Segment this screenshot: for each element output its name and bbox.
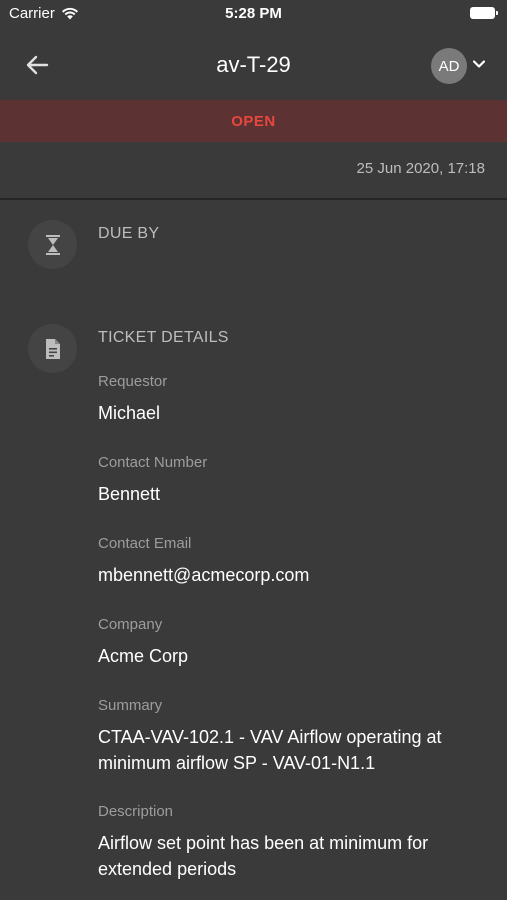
due-by-title: DUE BY [98, 225, 160, 242]
field-label: Contact Email [98, 535, 192, 552]
field-description: Description Airflow set point has been a… [98, 803, 477, 882]
status-time: 5:28 PM [225, 5, 282, 22]
ticket-status-banner: OPEN [0, 100, 507, 142]
chevron-down-icon[interactable] [471, 56, 487, 72]
field-label: Contact Number [98, 454, 208, 471]
due-by-section: DUE BY [0, 220, 507, 269]
field-value: Bennett [98, 484, 161, 504]
ticket-date: 25 Jun 2020, 17:18 [356, 160, 485, 177]
battery-icon [470, 7, 498, 19]
field-label: Description [98, 803, 174, 820]
field-value: Airflow set point has been at minimum fo… [98, 833, 429, 879]
date-row: 25 Jun 2020, 17:18 [0, 142, 507, 200]
field-value: Michael [98, 403, 161, 423]
hourglass-icon [28, 220, 77, 269]
document-icon [28, 324, 77, 373]
field-contact-email: Contact Email mbennett@acmecorp.com [98, 535, 477, 588]
ticket-details-title: TICKET DETAILS [98, 329, 229, 346]
field-label: Requestor [98, 373, 168, 390]
field-summary: Summary CTAA-VAV-102.1 - VAV Airflow ope… [98, 697, 477, 776]
field-value: Acme Corp [98, 646, 189, 666]
status-bar: Carrier 5:28 PM [0, 0, 507, 28]
field-value: mbennett@acmecorp.com [98, 565, 310, 585]
field-company: Company Acme Corp [98, 616, 477, 669]
field-value: CTAA-VAV-102.1 - VAV Airflow operating a… [98, 727, 442, 773]
ticket-details-section: TICKET DETAILS Requestor Michael Contact… [0, 324, 507, 879]
field-contact-number: Contact Number Bennett [98, 454, 477, 507]
nav-bar: av-T-29 AD [0, 28, 507, 100]
field-requestor: Requestor Michael [98, 373, 477, 426]
user-avatar[interactable]: AD [431, 48, 467, 84]
field-label: Summary [98, 697, 163, 714]
field-label: Company [98, 616, 163, 633]
